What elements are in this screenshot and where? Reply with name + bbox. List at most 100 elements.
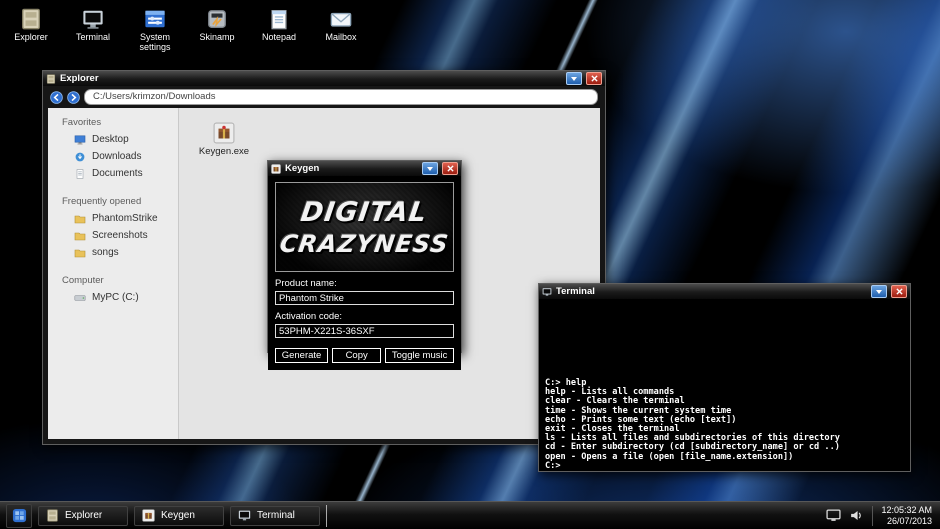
start-button[interactable]	[6, 504, 32, 528]
desktop-icon-label: Explorer	[14, 32, 48, 42]
taskbar-item-label: Terminal	[257, 510, 295, 521]
explorer-window-title: Explorer	[60, 71, 562, 86]
sidebar-item-label: Downloads	[92, 151, 141, 162]
sidebar-item-label: Screenshots	[92, 230, 148, 241]
address-bar[interactable]: C:/Users/krimzon/Downloads	[84, 89, 598, 105]
sidebar-section-header: Frequently opened	[62, 196, 178, 207]
explorer-icon	[46, 509, 59, 522]
back-button[interactable]	[50, 91, 63, 104]
toggle-music-button[interactable]: Toggle music	[385, 348, 454, 363]
desktop: Explorer Terminal System settings Skinam…	[0, 0, 940, 529]
sidebar-item-desktop[interactable]: Desktop	[48, 131, 178, 148]
folder-icon	[74, 231, 86, 241]
explorer-icon	[20, 8, 42, 30]
sidebar-item-songs[interactable]: songs	[48, 244, 178, 261]
sidebar-section-header: Computer	[62, 275, 178, 286]
forward-button[interactable]	[67, 91, 80, 104]
back-arrow-icon	[50, 91, 63, 104]
minimize-button[interactable]	[871, 285, 887, 298]
close-button[interactable]	[586, 72, 602, 85]
taskbar-item-explorer[interactable]: Explorer	[38, 506, 128, 526]
sidebar-section-header: Favorites	[62, 117, 178, 128]
desktop-icons: Explorer Terminal System settings Skinam…	[8, 8, 364, 52]
close-icon	[591, 75, 598, 82]
minimize-button[interactable]	[566, 72, 582, 85]
copy-button[interactable]: Copy	[332, 348, 381, 363]
taskbar-item-label: Explorer	[65, 510, 102, 521]
tray-separator	[872, 506, 873, 526]
file-keygen-exe[interactable]: Keygen.exe	[193, 122, 255, 157]
volume-icon[interactable]	[849, 509, 864, 522]
desktop-icon-notepad[interactable]: Notepad	[256, 8, 302, 52]
explorer-window-icon	[46, 74, 56, 84]
skinamp-icon	[206, 8, 228, 30]
sidebar-item-documents[interactable]: Documents	[48, 165, 178, 182]
desktop-icon-terminal[interactable]: Terminal	[70, 8, 116, 52]
terminal-window-title: Terminal	[556, 284, 867, 299]
desktop-icon-mailbox[interactable]: Mailbox	[318, 8, 364, 52]
terminal-body[interactable]: C:> help help - Lists all commands clear…	[539, 299, 910, 471]
keygen-exe-icon	[213, 122, 235, 144]
desktop-icon-label: Skinamp	[199, 32, 234, 42]
clock-time: 12:05:32 AM	[881, 505, 932, 516]
terminal-window-icon	[542, 287, 552, 297]
taskbar-clock[interactable]: 12:05:32 AM 26/07/2013	[881, 505, 934, 527]
folder-icon	[74, 248, 86, 258]
keygen-window-title: Keygen	[285, 161, 418, 176]
keygen-window-icon	[271, 164, 281, 174]
sidebar-item-phantomstrike[interactable]: PhantomStrike	[48, 210, 178, 227]
activation-code-field[interactable]	[275, 324, 454, 338]
sidebar-item-label: PhantomStrike	[92, 213, 158, 224]
taskbar-separator	[326, 505, 327, 527]
desktop-icon-label: Notepad	[262, 32, 296, 42]
keygen-window: Keygen DIGITAL CRAZYNESS Product name: A…	[267, 160, 462, 353]
sidebar-item-screenshots[interactable]: Screenshots	[48, 227, 178, 244]
mailbox-icon	[330, 8, 352, 30]
file-label: Keygen.exe	[199, 146, 249, 157]
taskbar-item-label: Keygen	[161, 510, 195, 521]
download-icon	[74, 152, 86, 162]
desktop-icon-system-settings[interactable]: System settings	[132, 8, 178, 52]
desktop-icon-label: Terminal	[76, 32, 110, 42]
close-icon	[896, 288, 903, 295]
sidebar-item-label: Documents	[92, 168, 143, 179]
terminal-line: open - Opens a file (open [file_name.ext…	[545, 453, 906, 462]
settings-icon	[144, 8, 166, 30]
sidebar-item-mypc[interactable]: MyPC (C:)	[48, 289, 178, 306]
close-button[interactable]	[442, 162, 458, 175]
keygen-logo: DIGITAL CRAZYNESS	[275, 182, 454, 272]
desktop-icon-label: System settings	[132, 32, 178, 52]
start-icon	[12, 508, 27, 523]
minimize-button[interactable]	[422, 162, 438, 175]
terminal-icon	[238, 509, 251, 522]
desktop-icon-label: Mailbox	[325, 32, 356, 42]
document-icon	[74, 169, 86, 179]
activation-code-label: Activation code:	[275, 311, 454, 322]
explorer-sidebar: Favorites Desktop Downloads Documents Fr…	[48, 108, 178, 439]
product-name-label: Product name:	[275, 278, 454, 289]
terminal-icon	[82, 8, 104, 30]
clock-date: 26/07/2013	[881, 516, 932, 527]
close-button[interactable]	[891, 285, 907, 298]
forward-arrow-icon	[67, 91, 80, 104]
keygen-buttons: Generate Copy Toggle music	[275, 348, 454, 363]
taskbar-item-keygen[interactable]: Keygen	[134, 506, 224, 526]
explorer-titlebar[interactable]: Explorer	[43, 71, 605, 86]
taskbar-item-terminal[interactable]: Terminal	[230, 506, 320, 526]
keygen-titlebar[interactable]: Keygen	[268, 161, 461, 176]
taskbar: Explorer Keygen Terminal 12:05:32 AM 26/…	[0, 501, 940, 529]
display-icon[interactable]	[826, 509, 841, 522]
terminal-prompt: C:>	[545, 462, 906, 471]
keygen-icon	[142, 509, 155, 522]
generate-button[interactable]: Generate	[275, 348, 328, 363]
desktop-icon-explorer[interactable]: Explorer	[8, 8, 54, 52]
product-name-field[interactable]	[275, 291, 454, 305]
terminal-window: Terminal C:> help help - Lists all comma…	[538, 283, 911, 472]
explorer-toolbar: C:/Users/krimzon/Downloads	[43, 86, 605, 108]
terminal-titlebar[interactable]: Terminal	[539, 284, 910, 299]
folder-icon	[74, 214, 86, 224]
desktop-icon-skinamp[interactable]: Skinamp	[194, 8, 240, 52]
sidebar-item-downloads[interactable]: Downloads	[48, 148, 178, 165]
notepad-icon	[268, 8, 290, 30]
sidebar-item-label: songs	[92, 247, 119, 258]
